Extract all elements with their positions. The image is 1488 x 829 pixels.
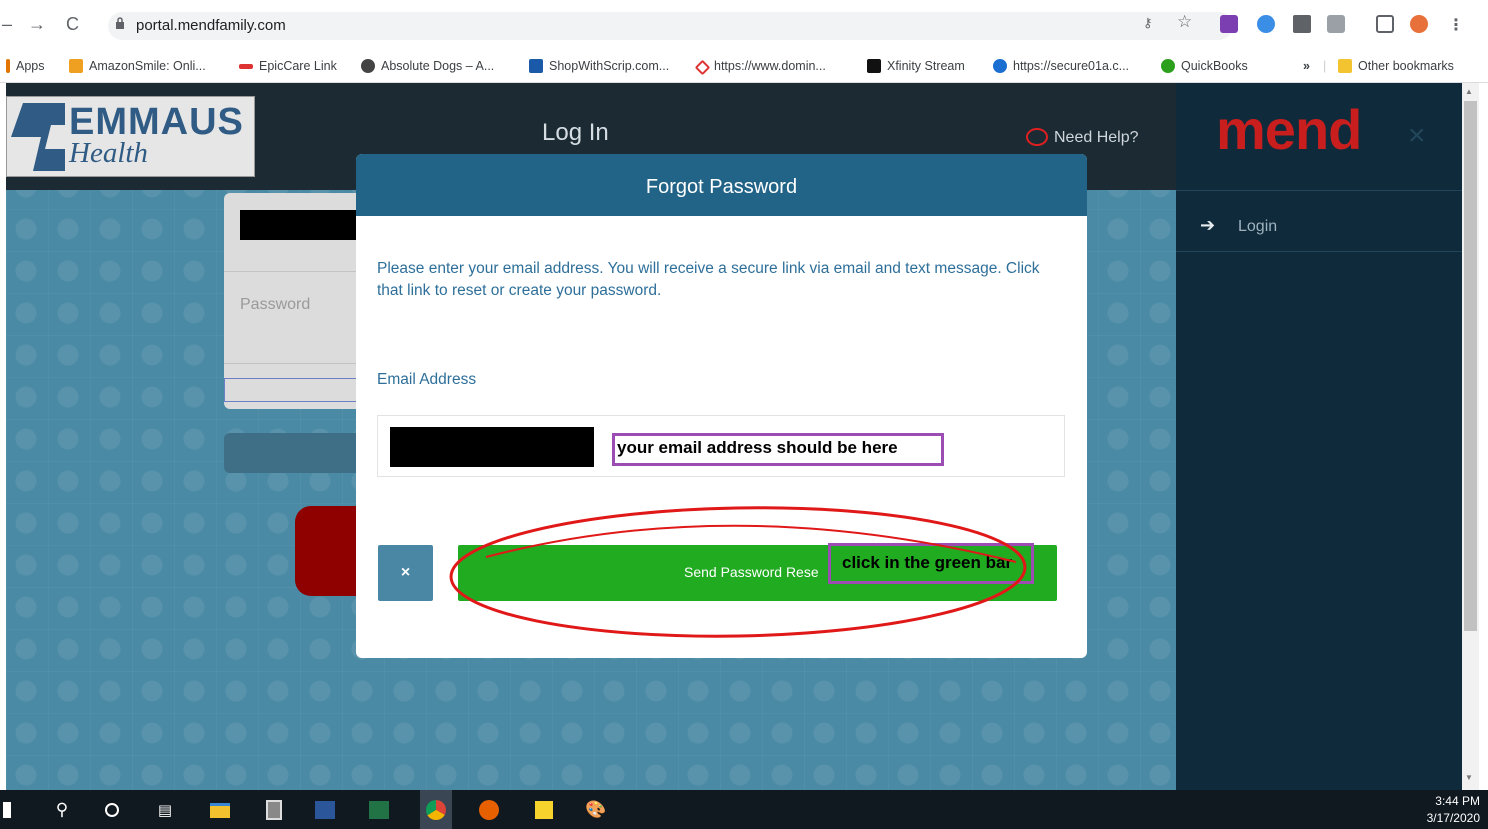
excel-icon[interactable]	[367, 798, 391, 822]
close-panel-icon[interactable]: ×	[1408, 119, 1426, 153]
star-icon[interactable]: ☆	[1177, 12, 1195, 31]
sign-in-icon: ➔	[1200, 215, 1216, 235]
calculator-icon[interactable]	[262, 798, 286, 822]
red-ellipse-annotation	[449, 506, 1027, 638]
cast-icon[interactable]	[1376, 15, 1394, 33]
modal-header: Forgot Password	[356, 154, 1087, 216]
bookmark-other[interactable]: Other bookmarks	[1338, 59, 1454, 73]
form-divider	[224, 271, 364, 272]
bookmarks-bar: Apps AmazonSmile: Onli... EpicCare Link …	[0, 50, 1488, 83]
page-viewport: EMMAUS Health Log In Need Help? Password…	[6, 83, 1462, 790]
key-icon[interactable]: ⚷	[1143, 15, 1161, 33]
task-view-icon[interactable]: ▤	[153, 798, 177, 822]
bookmark-secure01a[interactable]: https://secure01a.c...	[993, 59, 1129, 73]
email-label: Email Address	[377, 371, 477, 388]
panel-divider	[1176, 190, 1462, 191]
side-menu-login[interactable]: ➔ Login	[1200, 215, 1277, 236]
pin-icon	[694, 59, 711, 76]
modal-description: Please enter your email address. You wil…	[377, 260, 1040, 299]
chat-bubble-icon	[1026, 128, 1048, 146]
emmaus-logo[interactable]: EMMAUS Health	[6, 96, 255, 177]
xfinity-icon	[867, 59, 881, 73]
amazon-icon	[69, 59, 83, 73]
bookmarks-divider: |	[1323, 59, 1327, 73]
apps-grid-icon	[6, 59, 10, 73]
lock-icon	[116, 17, 124, 29]
cancel-button[interactable]: ×	[378, 545, 433, 601]
redacted-email	[390, 427, 594, 467]
windows-taskbar: ⚲ ▤ 🎨 3:44 PM 3/17/2020	[0, 790, 1488, 829]
url-text[interactable]: portal.mendfamily.com	[136, 17, 286, 34]
cloud-icon[interactable]	[1257, 15, 1275, 33]
clock-time: 3:44 PM	[1435, 794, 1480, 808]
bookmark-absolute-dogs[interactable]: Absolute Dogs – A...	[361, 59, 494, 73]
extension-icon[interactable]	[1327, 15, 1345, 33]
focused-input[interactable]	[224, 378, 364, 402]
browser-toolbar: – → C portal.mendfamily.com ⚷ ☆ ⋮	[0, 0, 1488, 50]
profile-avatar[interactable]	[1410, 15, 1428, 33]
paint-icon[interactable]: 🎨	[584, 798, 608, 822]
redacted-username	[240, 210, 364, 240]
search-icon[interactable]: ⚲	[50, 798, 74, 822]
modal-title: Forgot Password	[645, 176, 798, 198]
epic-icon	[239, 64, 253, 69]
bookmark-shopwithscrip[interactable]: ShopWithScrip.com...	[529, 59, 669, 73]
scrollbar-thumb[interactable]	[1464, 101, 1477, 631]
reload-icon[interactable]: C	[66, 14, 79, 35]
page-title: Log In	[542, 119, 609, 146]
bag-icon	[529, 59, 543, 73]
logo-subtitle: Health	[69, 137, 148, 169]
word-icon[interactable]	[313, 798, 337, 822]
emmaus-s-mark-icon	[11, 103, 65, 171]
page-scrollbar[interactable]: ▲ ▼	[1462, 83, 1479, 790]
login-submit-button[interactable]	[224, 433, 364, 473]
secure-icon	[993, 59, 1007, 73]
password-field-placeholder[interactable]: Password	[240, 296, 310, 314]
bookmark-xfinity[interactable]: Xfinity Stream	[867, 59, 965, 73]
cortana-icon[interactable]	[100, 798, 124, 822]
form-divider	[224, 363, 364, 364]
file-explorer-icon[interactable]	[208, 798, 232, 822]
bookmark-epiccare[interactable]: EpicCare Link	[239, 59, 337, 73]
clock-date: 3/17/2020	[1426, 811, 1480, 825]
globe-icon	[361, 59, 375, 73]
bookmark-domin[interactable]: https://www.domin...	[694, 59, 826, 76]
drive-icon[interactable]	[1293, 15, 1311, 33]
sticky-notes-icon[interactable]	[532, 798, 556, 822]
email-field[interactable]: your email address should be here	[377, 415, 1065, 477]
system-clock[interactable]: 3:44 PM 3/17/2020	[1427, 793, 1480, 827]
bookmarks-overflow[interactable]: »	[1303, 59, 1310, 73]
scroll-up-icon[interactable]: ▲	[1465, 87, 1473, 96]
mend-logo: mend	[1216, 98, 1362, 161]
login-form-card: Password	[224, 193, 364, 409]
folder-icon	[1338, 59, 1352, 73]
forward-arrow-icon[interactable]: →	[28, 14, 46, 35]
need-help-link[interactable]: Need Help?	[1026, 128, 1139, 147]
start-icon[interactable]	[0, 798, 14, 822]
menu-dots-icon[interactable]: ⋮	[1448, 15, 1466, 34]
quickbooks-icon	[1161, 59, 1175, 73]
scroll-down-icon[interactable]: ▼	[1465, 773, 1473, 782]
firefox-icon[interactable]	[477, 798, 501, 822]
bookmark-amazonsmile[interactable]: AmazonSmile: Onli...	[69, 59, 206, 73]
red-action-button[interactable]	[295, 506, 365, 596]
email-annotation-box: your email address should be here	[612, 433, 944, 466]
bookmark-apps[interactable]: Apps	[6, 59, 45, 73]
back-icon[interactable]: –	[2, 14, 12, 35]
chrome-taskbar-icon[interactable]	[420, 790, 452, 829]
bookmark-quickbooks[interactable]: QuickBooks	[1161, 59, 1248, 73]
side-panel: mend × ➔ Login	[1176, 83, 1462, 790]
onenote-icon[interactable]	[1220, 15, 1238, 33]
panel-divider	[1176, 251, 1462, 252]
